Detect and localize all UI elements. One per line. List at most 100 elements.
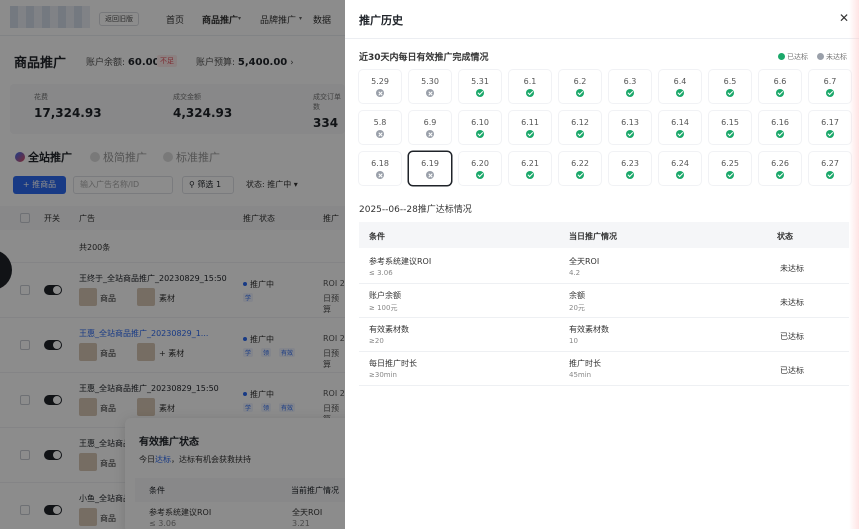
x-circle-icon: [376, 89, 384, 97]
current-value: 45min: [569, 371, 592, 379]
legend-ok: 已达标: [778, 52, 808, 62]
condition-status: 未达标: [780, 298, 804, 307]
day-date: 6.13: [621, 118, 639, 127]
check-circle-icon: [476, 171, 484, 179]
day-detail-title: 2025--06--28推广达标情况: [359, 205, 472, 215]
check-circle-icon: [826, 130, 834, 138]
day-date: 5.30: [421, 77, 439, 86]
check-circle-icon: [726, 130, 734, 138]
current-value: 4.2: [569, 269, 581, 277]
day-cell-6.6[interactable]: 6.6: [759, 70, 801, 103]
day-date: 6.25: [721, 159, 739, 168]
current-metric: 全天ROI: [569, 257, 600, 266]
x-circle-icon: [426, 171, 434, 179]
day-cell-6.16[interactable]: 6.16: [759, 111, 801, 144]
day-cell-5.29[interactable]: 5.29: [359, 70, 401, 103]
condition-name: 有效素材数: [369, 325, 409, 334]
day-date: 6.15: [721, 118, 739, 127]
day-date: 6.21: [521, 159, 539, 168]
x-circle-icon: [426, 130, 434, 138]
condition-threshold: ≥ 100元: [369, 304, 398, 312]
current-metric: 有效素材数: [569, 325, 609, 334]
daily-completion-title: 近30天内每日有效推广完成情况: [359, 53, 489, 63]
day-cell-6.13[interactable]: 6.13: [609, 111, 651, 144]
condition-name: 每日推广时长: [369, 359, 417, 368]
day-cell-6.26[interactable]: 6.26: [759, 152, 801, 185]
day-cell-6.10[interactable]: 6.10: [459, 111, 501, 144]
check-circle-icon: [576, 130, 584, 138]
day-cell-6.18[interactable]: 6.18: [359, 152, 401, 185]
condition-status: 未达标: [780, 264, 804, 273]
day-cell-6.5[interactable]: 6.5: [709, 70, 751, 103]
day-cell-6.22[interactable]: 6.22: [559, 152, 601, 185]
check-circle-icon: [826, 89, 834, 97]
day-date: 6.10: [471, 118, 489, 127]
day-date: 6.18: [371, 159, 389, 168]
day-cell-6.11[interactable]: 6.11: [509, 111, 551, 144]
condition-row: 有效素材数 ≥20 有效素材数 10 已达标: [359, 318, 849, 352]
day-cell-6.1[interactable]: 6.1: [509, 70, 551, 103]
promotion-history-drawer: 推广历史 ✕ 近30天内每日有效推广完成情况 已达标 未达标 5.29 5.30 5…: [345, 0, 859, 529]
check-circle-icon: [476, 89, 484, 97]
x-circle-icon: [376, 171, 384, 179]
condition-name: 参考系统建议ROI: [369, 257, 432, 266]
day-cell-6.2[interactable]: 6.2: [559, 70, 601, 103]
day-date: 6.27: [821, 159, 839, 168]
check-circle-icon: [676, 130, 684, 138]
check-circle-icon: [676, 171, 684, 179]
day-cell-6.27[interactable]: 6.27: [809, 152, 851, 185]
day-cell-6.19[interactable]: 6.19: [409, 152, 451, 185]
current-value: 10: [569, 337, 578, 345]
day-date: 6.24: [671, 159, 689, 168]
condition-row: 参考系统建议ROI ≤ 3.06 全天ROI 4.2 未达标: [359, 250, 849, 284]
day-cell-6.12[interactable]: 6.12: [559, 111, 601, 144]
check-circle-icon: [576, 89, 584, 97]
day-cell-6.21[interactable]: 6.21: [509, 152, 551, 185]
check-circle-icon: [776, 89, 784, 97]
day-date: 6.5: [723, 77, 737, 86]
day-cell-6.17[interactable]: 6.17: [809, 111, 851, 144]
x-circle-icon: [817, 53, 824, 60]
day-detail-table-header: 条件 当日推广情况 状态: [359, 222, 849, 248]
day-date: 5.31: [471, 77, 489, 86]
condition-threshold: ≥30min: [369, 371, 397, 379]
day-cell-6.4[interactable]: 6.4: [659, 70, 701, 103]
current-metric: 推广时长: [569, 359, 601, 368]
check-circle-icon: [776, 130, 784, 138]
condition-row: 账户余额 ≥ 100元 余额 20元 未达标: [359, 284, 849, 318]
day-cell-6.20[interactable]: 6.20: [459, 152, 501, 185]
day-cell-6.9[interactable]: 6.9: [409, 111, 451, 144]
day-cell-6.23[interactable]: 6.23: [609, 152, 651, 185]
day-cell-6.25[interactable]: 6.25: [709, 152, 751, 185]
day-date: 6.4: [673, 77, 687, 86]
check-circle-icon: [626, 171, 634, 179]
check-circle-icon: [778, 53, 785, 60]
x-circle-icon: [426, 89, 434, 97]
current-metric: 余额: [569, 291, 585, 300]
condition-status: 已达标: [780, 366, 804, 375]
day-date: 5.8: [373, 118, 387, 127]
day-cell-5.8[interactable]: 5.8: [359, 111, 401, 144]
day-cell-5.31[interactable]: 5.31: [459, 70, 501, 103]
check-circle-icon: [526, 130, 534, 138]
current-value: 20元: [569, 304, 585, 312]
day-cell-6.15[interactable]: 6.15: [709, 111, 751, 144]
day-date: 6.12: [571, 118, 589, 127]
check-circle-icon: [626, 89, 634, 97]
day-cell-5.30[interactable]: 5.30: [409, 70, 451, 103]
day-cell-6.14[interactable]: 6.14: [659, 111, 701, 144]
day-date: 6.1: [523, 77, 537, 86]
drawer-edge-gradient: [849, 0, 859, 529]
check-circle-icon: [626, 130, 634, 138]
day-cell-6.24[interactable]: 6.24: [659, 152, 701, 185]
check-circle-icon: [826, 171, 834, 179]
day-cell-6.7[interactable]: 6.7: [809, 70, 851, 103]
check-circle-icon: [476, 130, 484, 138]
check-circle-icon: [526, 89, 534, 97]
day-date: 6.22: [571, 159, 589, 168]
day-cell-6.3[interactable]: 6.3: [609, 70, 651, 103]
day-date: 6.6: [773, 77, 787, 86]
day-date: 6.26: [771, 159, 789, 168]
check-circle-icon: [526, 171, 534, 179]
day-date: 6.17: [821, 118, 839, 127]
